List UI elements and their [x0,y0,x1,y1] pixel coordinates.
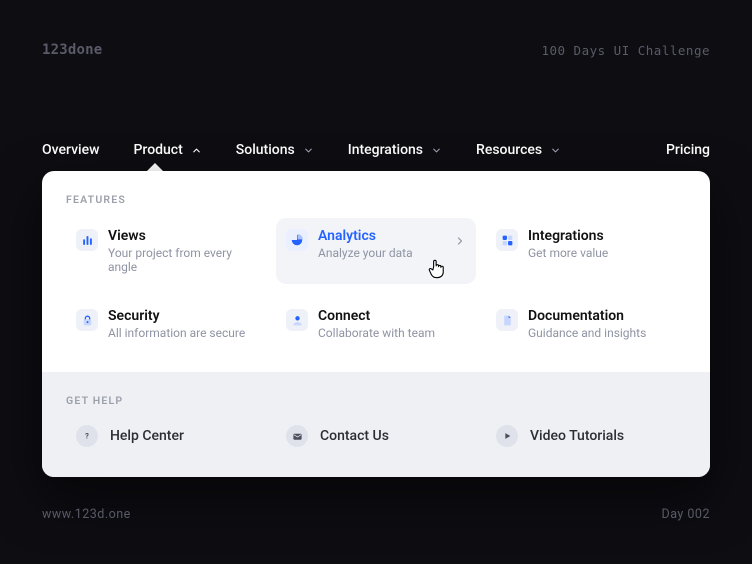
footer-day: Day 002 [661,507,710,522]
top-bar: 123done 100 Days UI Challenge [42,42,710,58]
feature-sub: Your project from every angle [108,246,256,274]
contact-us[interactable]: Contact Us [276,421,476,451]
nav-label: Overview [42,142,99,158]
lock-icon [76,309,98,331]
play-icon [496,425,518,447]
feature-title: Documentation [528,308,646,324]
features-section: FEATURES Views Your project from every a… [42,171,710,372]
feature-documentation[interactable]: Documentation Guidance and insights [486,298,686,350]
features-heading: FEATURES [66,193,686,206]
nav-resources[interactable]: Resources [476,136,561,164]
feature-sub: Collaborate with team [318,326,435,340]
feature-title: Connect [318,308,435,324]
user-icon [286,309,308,331]
document-icon [496,309,518,331]
nav-product[interactable]: Product [133,136,201,164]
pie-chart-icon [286,229,308,251]
feature-connect[interactable]: Connect Collaborate with team [276,298,476,350]
nav-label: Product [133,142,182,158]
cursor-pointer-icon [426,258,448,280]
video-tutorials[interactable]: Video Tutorials [486,421,686,451]
nav-label: Solutions [236,142,295,158]
feature-sub: All information are secure [108,326,245,340]
product-dropdown: FEATURES Views Your project from every a… [42,171,710,477]
footer-url: www.123d.one [42,507,131,522]
feature-sub: Analyze your data [318,246,413,260]
feature-sub: Guidance and insights [528,326,646,340]
chevron-right-icon [454,232,466,251]
feature-title: Analytics [318,228,413,244]
chevron-up-icon [191,145,202,156]
chevron-down-icon [303,145,314,156]
feature-integrations[interactable]: Integrations Get more value [486,218,686,284]
help-label: Video Tutorials [530,428,624,444]
question-icon: ? [76,425,98,447]
feature-title: Integrations [528,228,608,244]
logo: 123done [42,42,102,58]
gethelp-heading: GET HELP [66,394,686,407]
feature-sub: Get more value [528,246,608,260]
help-center[interactable]: ? Help Center [66,421,266,451]
nav-label: Integrations [348,142,423,158]
chevron-down-icon [550,145,561,156]
nav-solutions[interactable]: Solutions [236,136,314,164]
nav-overview[interactable]: Overview [42,136,99,164]
challenge-text: 100 Days UI Challenge [541,43,710,58]
footer: www.123d.one Day 002 [42,507,710,522]
bar-chart-icon [76,229,98,251]
help-label: Help Center [110,428,184,444]
grid-icon [496,229,518,251]
gethelp-section: GET HELP ? Help Center Contact Us Video … [42,372,710,477]
mail-icon [286,425,308,447]
chevron-down-icon [431,145,442,156]
nav-label: Resources [476,142,542,158]
nav-pricing[interactable]: Pricing [666,136,710,164]
nav-integrations[interactable]: Integrations [348,136,442,164]
feature-views[interactable]: Views Your project from every angle [66,218,266,284]
feature-title: Views [108,228,256,244]
help-label: Contact Us [320,428,389,444]
feature-security[interactable]: Security All information are secure [66,298,266,350]
svg-text:?: ? [85,432,89,441]
main-nav: Overview Product Solutions Integrations … [42,136,710,164]
feature-title: Security [108,308,245,324]
nav-label: Pricing [666,142,710,158]
